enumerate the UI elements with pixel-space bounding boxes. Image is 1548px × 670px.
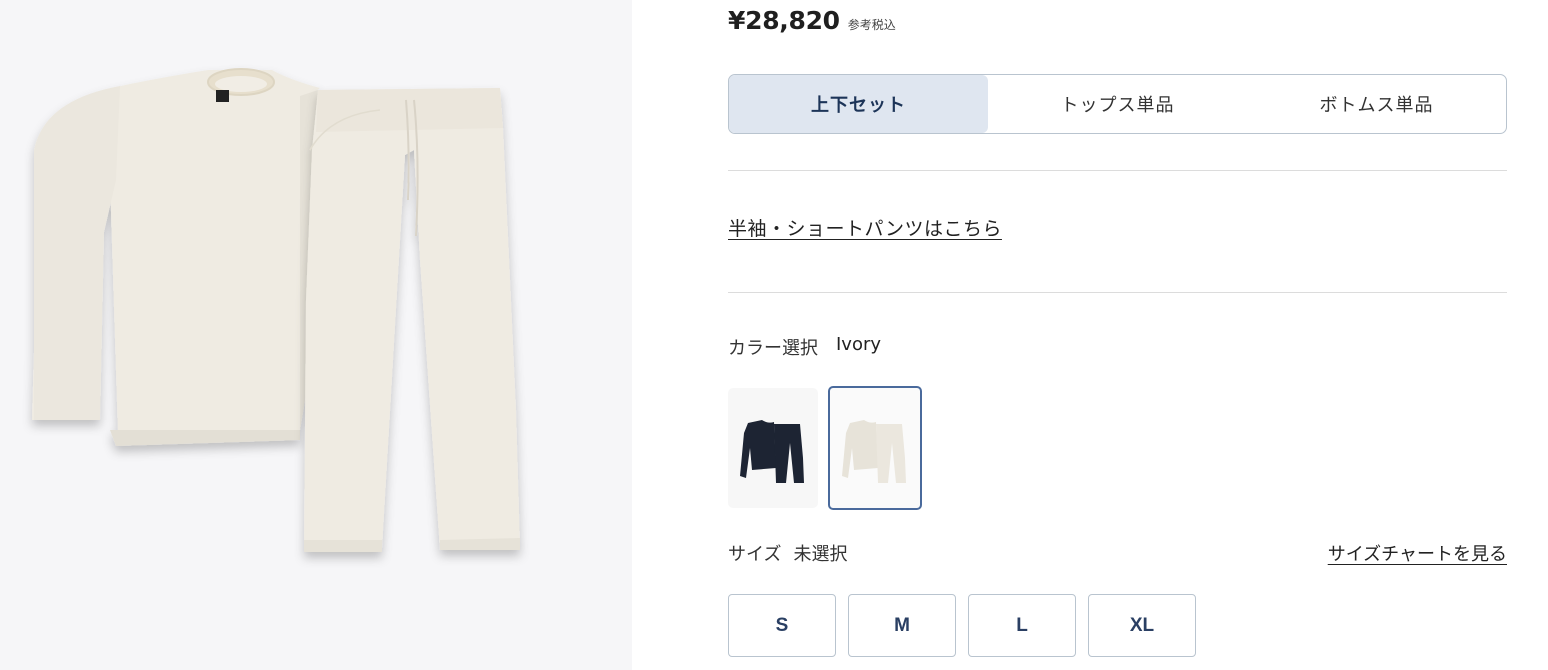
tab-tops-only[interactable]: トップス単品 (988, 75, 1247, 133)
divider (728, 170, 1507, 171)
color-swatch-navy[interactable] (728, 388, 818, 508)
tax-note: 参考税込 (847, 18, 896, 32)
ivory-set-thumbnail (842, 420, 906, 483)
size-label: サイズ (728, 544, 782, 565)
color-selection-label: カラー選択 Ivory (728, 334, 881, 360)
navy-set-thumbnail (740, 420, 804, 483)
product-image (0, 0, 632, 670)
size-selection-label: サイズ 未選択 (728, 540, 847, 566)
product-detail-panel: ¥28,820 参考税込 上下セット トップス単品 ボトムス単品 半袖・ショート… (728, 0, 1507, 670)
size-button-m[interactable]: M (848, 594, 956, 657)
pants-graphic (304, 88, 520, 552)
product-price: ¥28,820 (728, 6, 840, 35)
size-options: S M L XL (728, 594, 1196, 657)
selected-size-value: 未選択 (793, 544, 848, 565)
price-row: ¥28,820 参考税込 (728, 6, 896, 40)
short-sleeve-link[interactable]: 半袖・ショートパンツはこちら (728, 214, 1002, 241)
product-photo-pajama-set (32, 68, 520, 552)
selected-color-value: Ivory (836, 334, 882, 355)
color-label: カラー選択 (728, 338, 818, 359)
size-chart-link[interactable]: サイズチャートを見る (1328, 540, 1507, 566)
tab-bottoms-only[interactable]: ボトムス単品 (1247, 75, 1506, 133)
color-swatch-ivory[interactable] (828, 386, 922, 510)
size-button-xl[interactable]: XL (1088, 594, 1196, 657)
size-button-s[interactable]: S (728, 594, 836, 657)
set-type-selector: 上下セット トップス単品 ボトムス単品 (728, 74, 1507, 134)
size-button-l[interactable]: L (968, 594, 1076, 657)
divider (728, 292, 1507, 293)
tab-set[interactable]: 上下セット (729, 75, 988, 133)
shirt-graphic (32, 68, 322, 446)
